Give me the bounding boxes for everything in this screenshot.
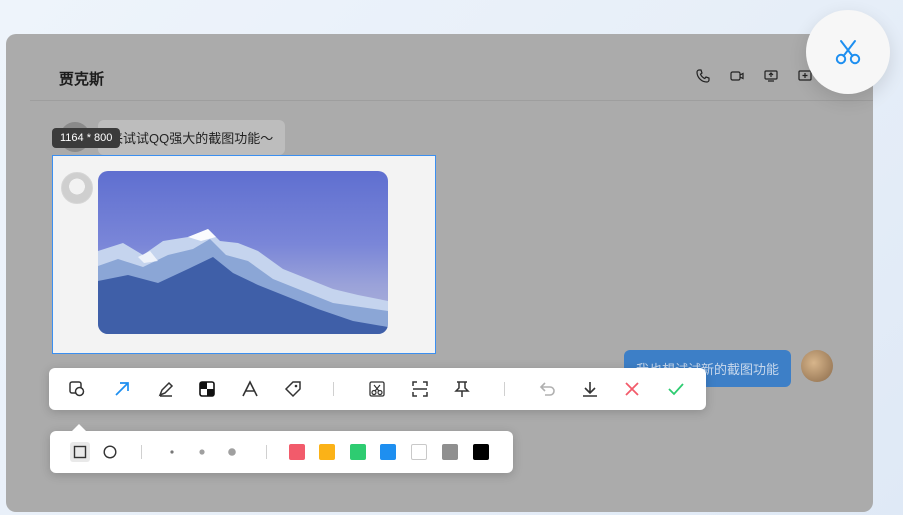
pin-icon[interactable]	[452, 379, 472, 399]
avatar	[61, 172, 93, 204]
chat-actions	[695, 68, 813, 84]
arrow-tool-icon[interactable]	[112, 379, 132, 399]
screenshot-selection[interactable]	[52, 155, 436, 354]
screen-share-icon[interactable]	[763, 68, 779, 84]
screenshot-cut-icon[interactable]	[367, 379, 387, 399]
undo-icon[interactable]	[537, 379, 557, 399]
phone-icon[interactable]	[695, 68, 711, 84]
mountain-photo	[98, 171, 388, 334]
user-avatar[interactable]	[801, 350, 833, 382]
scissors-icon	[835, 40, 861, 65]
cancel-icon[interactable]	[622, 379, 642, 399]
options-divider	[141, 445, 142, 459]
scroll-capture-icon[interactable]	[410, 379, 430, 399]
color-swatch-orange[interactable]	[319, 444, 335, 460]
size-large-option[interactable]	[222, 442, 242, 462]
color-swatch-gray[interactable]	[442, 444, 458, 460]
size-medium-option[interactable]	[192, 442, 212, 462]
text-tool-icon[interactable]	[240, 379, 260, 399]
confirm-icon[interactable]	[666, 379, 686, 399]
screenshot-toolbar	[49, 368, 706, 410]
pen-tool-icon[interactable]	[156, 379, 176, 399]
options-divider	[266, 445, 267, 459]
video-icon[interactable]	[729, 68, 745, 84]
toolbar-divider	[504, 382, 505, 396]
tag-tool-icon[interactable]	[283, 379, 303, 399]
mosaic-tool-icon[interactable]	[197, 379, 217, 399]
shape-tool-icon[interactable]	[67, 379, 87, 399]
tool-options-bar	[50, 424, 513, 473]
screenshot-launch-button[interactable]	[806, 10, 890, 94]
circle-icon[interactable]	[100, 442, 120, 462]
toolbar-divider	[333, 382, 334, 396]
size-small-option[interactable]	[162, 442, 182, 462]
color-swatch-blue[interactable]	[380, 444, 396, 460]
download-icon[interactable]	[580, 379, 600, 399]
contact-name: 贾克斯	[59, 71, 105, 88]
color-swatch-white[interactable]	[411, 444, 427, 460]
color-swatch-green[interactable]	[350, 444, 366, 460]
header-divider	[30, 100, 873, 101]
selection-size-label: 1164 * 800	[52, 128, 121, 148]
color-swatch-black[interactable]	[473, 444, 489, 460]
rectangle-icon[interactable]	[70, 442, 90, 462]
incoming-message: 来试试QQ强大的截图功能～	[98, 120, 286, 155]
color-swatch-red[interactable]	[289, 444, 305, 460]
